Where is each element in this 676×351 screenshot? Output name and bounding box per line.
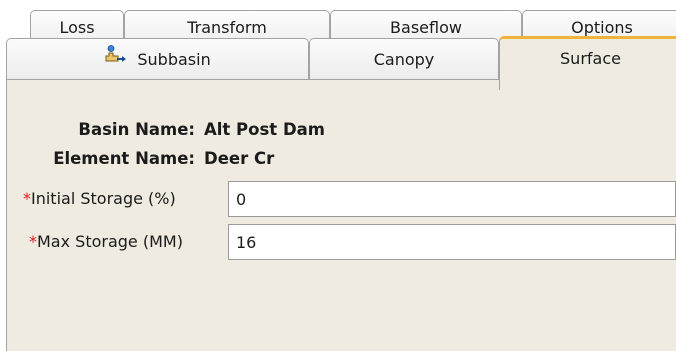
- tab-subbasin[interactable]: Subbasin: [6, 38, 309, 79]
- basin-name-value: Alt Post Dam: [204, 120, 325, 139]
- tab-surface[interactable]: Surface: [499, 36, 676, 90]
- tab-loss[interactable]: Loss: [30, 10, 124, 40]
- surface-panel: Basin Name: Alt Post Dam Element Name: D…: [6, 79, 676, 351]
- element-name-label: Element Name:: [53, 149, 195, 168]
- subbasin-icon: [104, 38, 128, 80]
- max-storage-label-text: Max Storage (MM): [37, 232, 183, 251]
- tab-subbasin-label: Subbasin: [137, 50, 211, 69]
- element-name-value: Deer Cr: [204, 149, 275, 168]
- tab-baseflow[interactable]: Baseflow: [330, 10, 522, 40]
- tab-canopy[interactable]: Canopy: [309, 38, 499, 79]
- tab-canopy-label: Canopy: [373, 50, 435, 69]
- initial-storage-label-text: Initial Storage (%): [31, 189, 176, 208]
- required-marker: *: [29, 232, 37, 251]
- initial-storage-input[interactable]: [228, 181, 676, 217]
- required-marker: *: [23, 189, 31, 208]
- max-storage-input[interactable]: [228, 224, 676, 260]
- tab-transform[interactable]: Transform: [124, 10, 330, 40]
- max-storage-label: *Max Storage (MM): [29, 232, 183, 251]
- tab-surface-label: Surface: [560, 49, 621, 68]
- basin-name-label: Basin Name:: [78, 120, 195, 139]
- initial-storage-label: *Initial Storage (%): [23, 189, 176, 208]
